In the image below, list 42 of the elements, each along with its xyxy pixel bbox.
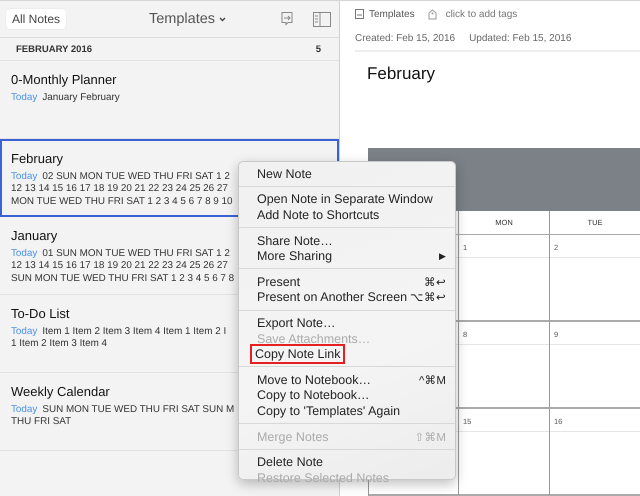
notebook-link[interactable]: Templates (369, 8, 415, 20)
updated-date: Updated: Feb 15, 2016 (469, 33, 572, 44)
note-title: February (367, 64, 436, 84)
note-date: Today (11, 404, 38, 415)
shortcut-label: ⇧⌘M (414, 430, 446, 444)
note-title: February (11, 151, 64, 166)
note-title: January (11, 228, 58, 243)
note-snippet: MON TUE WED THU FRI SAT 1 2 3 4 5 6 7 8 9 10 (11, 196, 233, 208)
layout-icon[interactable] (313, 12, 331, 26)
chevron-down-icon[interactable] (219, 16, 226, 22)
shortcut-label: ⌘↩ (424, 276, 446, 289)
created-date: Created: Feb 15, 2016 (355, 33, 456, 44)
note-date: Today (11, 248, 38, 259)
note-snippet: 12 13 14 15 16 17 18 19 20 21 22 23 24 25 26 27 (11, 260, 228, 273)
note-snippet: SUN MON TUE WED THU FRI SAT 1 2 3 4 5 6 7 8 (11, 272, 234, 285)
note-date: Today (11, 92, 38, 103)
section-header: FEBRUARY 2016 (16, 44, 92, 54)
shortcut-label: ^⌘M (419, 374, 446, 387)
menu-item[interactable]: Delete Note (239, 454, 455, 470)
note-title: 0-Monthly Planner (11, 72, 116, 87)
submenu-arrow: ▶ (439, 251, 446, 262)
note-snippet: 01 SUN MON TUE WED THU FRI SAT 1 2 (42, 248, 230, 259)
note-date: Today (11, 326, 38, 337)
share-icon[interactable] (279, 11, 295, 27)
note-title: Weekly Calendar (11, 384, 110, 399)
tags-field[interactable]: click to add tags (446, 8, 556, 20)
note-date: Today (11, 171, 38, 182)
note-snippet: Item 1 Item 2 Item 3 Item 4 Item 1 Item 2 I (42, 326, 226, 337)
notebook-title[interactable]: Templates (148, 11, 216, 27)
note-snippet: SUN MON TUE WED THU FRI SAT SUN M (42, 404, 234, 415)
note-count: 5 (316, 44, 321, 54)
note-snippet: THU FRI SAT (11, 416, 72, 429)
tag-icon (428, 8, 437, 20)
note-item[interactable]: 0-Monthly Planner Today January February (0, 61, 339, 139)
note-snippet: 1 Item 2 Item 3 Item 4 (11, 338, 108, 351)
shortcut-label: ⌥⌘↩ (410, 291, 446, 304)
notebook-icon (355, 9, 364, 20)
note-snippet: 12 13 14 15 16 17 18 19 20 21 22 23 24 25 26 27 (11, 183, 228, 196)
note-snippet: 02 SUN MON TUE WED THU FRI SAT 1 2 (42, 171, 230, 182)
all-notes-button[interactable]: All Notes (6, 9, 66, 29)
note-snippet: January February (42, 92, 120, 103)
note-title: To-Do List (11, 306, 70, 321)
